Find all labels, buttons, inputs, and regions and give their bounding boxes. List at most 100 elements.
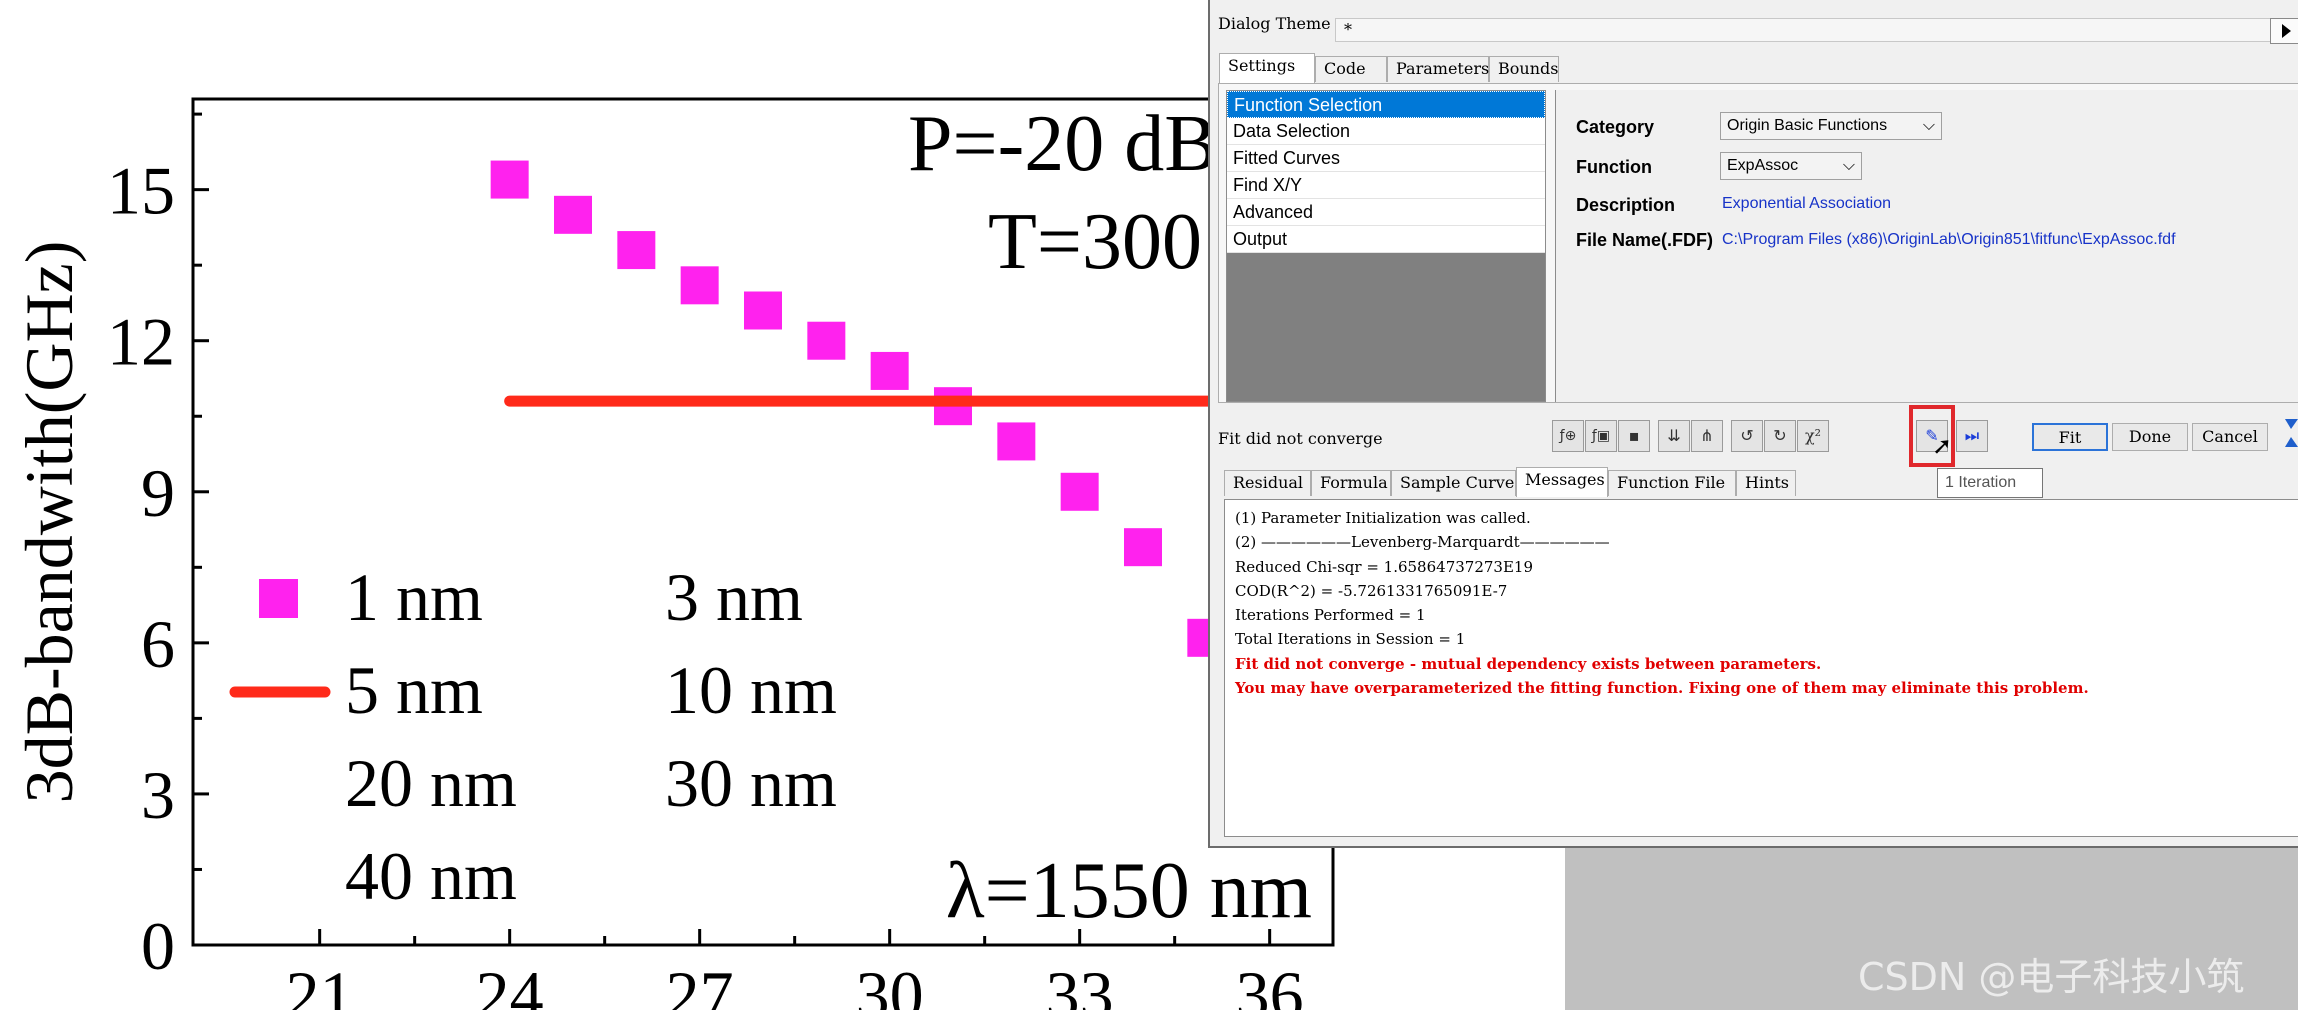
y-axis-label: 3dB-bandwith(GHz) [11,241,87,804]
watermark: CSDN @电子科技小筑 [1858,955,2245,999]
message-line: (2) ——————Levenberg-Marquardt—————— [1235,533,1610,552]
chi-square-button[interactable]: χ² [1797,420,1829,452]
category-select[interactable]: Origin Basic Functions ⌵ [1720,112,1942,140]
theme-menu-button[interactable] [2270,18,2298,44]
x-tick-label: 36 [1236,957,1304,1010]
annotation-wavelength: λ=1550 nm [946,847,1312,935]
x-tick-label: 24 [476,957,544,1010]
undo-icon: ↺ [1740,426,1754,445]
data-point [997,422,1036,461]
annotation-power: P=-20 dB [908,100,1218,188]
chi-square-icon: χ² [1804,426,1822,445]
function-value: ExpAssoc [1727,157,1799,174]
x-tick-label: 27 [666,957,734,1010]
dialog-theme-field[interactable]: * [1335,18,2280,42]
tree-icon: ⋔ [1700,426,1714,445]
bandwidth-chart: 21 24 27 30 33 36036912153dB-bandwith(GHz) 1 … [11,97,1339,1010]
tab-settings[interactable]: Settings [1219,53,1315,83]
category-label: Category [1576,117,1655,137]
y-tick-label: 6 [141,606,175,682]
results-tab-strip: Residual Formula Sample Curve Messages F… [1224,467,1924,498]
triangle-right-icon [2282,24,2291,38]
message-line: COD(R^2) = -5.7261331765091E-7 [1235,581,1508,600]
tree-item-data-selection[interactable]: Data Selection [1227,118,1545,145]
function-select[interactable]: ExpAssoc ⌵ [1720,152,1862,180]
sort-icon: ⇊ [1667,426,1681,445]
data-point [680,266,719,305]
legend-label: 5 nm [345,652,483,728]
fx-edit-button[interactable]: ƒ▣ [1585,420,1617,452]
chevron-down-icon: ⌵ [1922,117,1935,134]
tree-item-find-xy[interactable]: Find X/Y [1227,172,1545,199]
tree-item-output[interactable]: Output [1227,226,1545,253]
data-point [744,291,782,330]
legend-label: 3 nm [665,559,803,635]
dialog-theme-label: Dialog Theme [1218,14,1331,33]
tab-parameters[interactable]: Parameters [1387,56,1489,82]
reset-button[interactable]: ↻ [1764,420,1796,452]
legend-label: 30 nm [665,745,837,821]
tree-item-fitted-curves[interactable]: Fitted Curves [1227,145,1545,172]
data-point [1060,472,1099,511]
fast-forward-icon: ⏭ [1964,426,1980,445]
legend-label: 1 nm [345,559,483,635]
description-value: Exponential Association [1722,195,1891,212]
annotation-temperature: T=300 [988,198,1202,286]
legend-marker [259,579,298,618]
data-point [870,351,909,390]
tab-residual[interactable]: Residual [1224,470,1311,496]
data-point [807,321,846,360]
data-point [490,160,529,199]
y-tick-label: 15 [107,153,175,229]
done-button[interactable]: Done [2112,423,2188,451]
init-button[interactable]: ↺ [1731,420,1763,452]
save-icon: ▪ [1628,426,1640,445]
tree-item-advanced[interactable]: Advanced [1227,199,1545,226]
nlfit-dialog: Dialog Theme * Settings Code Parameters … [1208,0,2298,848]
error-message-line: Fit did not converge - mutual dependency… [1235,654,1822,673]
tab-code[interactable]: Code [1315,56,1387,82]
fit-status-text: Fit did not converge [1218,429,1383,448]
tab-hints[interactable]: Hints [1736,470,1796,496]
fit-until-converged-button[interactable]: ⏭ [1956,420,1988,452]
tab-formula[interactable]: Formula [1311,470,1391,496]
parameters-button[interactable]: ⋔ [1691,420,1723,452]
tab-function-file[interactable]: Function File [1608,470,1736,496]
y-tick-label: 9 [141,455,175,531]
data-point [1124,528,1162,567]
cancel-button[interactable]: Cancel [2192,423,2268,451]
function-new-icon: ƒ⊕ [1559,428,1577,444]
settings-tab-strip: Settings Code Parameters Bounds [1219,53,1819,84]
filename-label: File Name(.FDF) [1576,230,1714,250]
data-point [554,195,592,234]
category-value: Origin Basic Functions [1727,117,1888,134]
legend-label: 20 nm [345,745,517,821]
fx-new-button[interactable]: ƒ⊕ [1552,420,1584,452]
legend-label: 40 nm [345,838,517,914]
triangle-up-down-icon [2285,419,2298,447]
tab-bounds[interactable]: Bounds [1489,56,1559,82]
function-details-panel: Category Origin Basic Functions ⌵ Functi… [1555,90,2298,402]
data-point [617,231,656,270]
tab-sample-curve[interactable]: Sample Curve [1391,470,1516,496]
x-tick-label: 30 [856,957,924,1010]
description-label: Description [1576,195,1676,215]
message-line: (1) Parameter Initialization was called. [1235,509,1531,527]
filename-value: C:\Program Files (x86)\OriginLab\Origin8… [1722,231,2176,248]
message-line: Reduced Chi-sqr = 1.65864737273E19 [1235,557,1533,576]
function-edit-icon: ƒ▣ [1591,428,1611,444]
messages-panel[interactable]: (1) Parameter Initialization was called.… [1224,499,2298,837]
chevron-down-icon: ⌵ [1842,157,1855,174]
error-message-line: You may have overparameterized the fitti… [1235,679,2089,698]
reset-icon: ↻ [1773,426,1787,445]
message-line: Total Iterations in Session = 1 [1235,630,1466,649]
tab-messages[interactable]: Messages [1516,467,1608,497]
mouse-cursor-icon: ➚ [1932,432,1953,460]
collapse-toggle[interactable] [2282,415,2298,455]
tree-item-function-selection[interactable]: Function Selection [1227,91,1545,118]
message-line: Iterations Performed = 1 [1235,606,1426,625]
save-button[interactable]: ▪ [1618,420,1650,452]
fit-button[interactable]: Fit [2032,423,2108,451]
y-tick-label: 12 [107,304,175,380]
sort-button[interactable]: ⇊ [1658,420,1690,452]
